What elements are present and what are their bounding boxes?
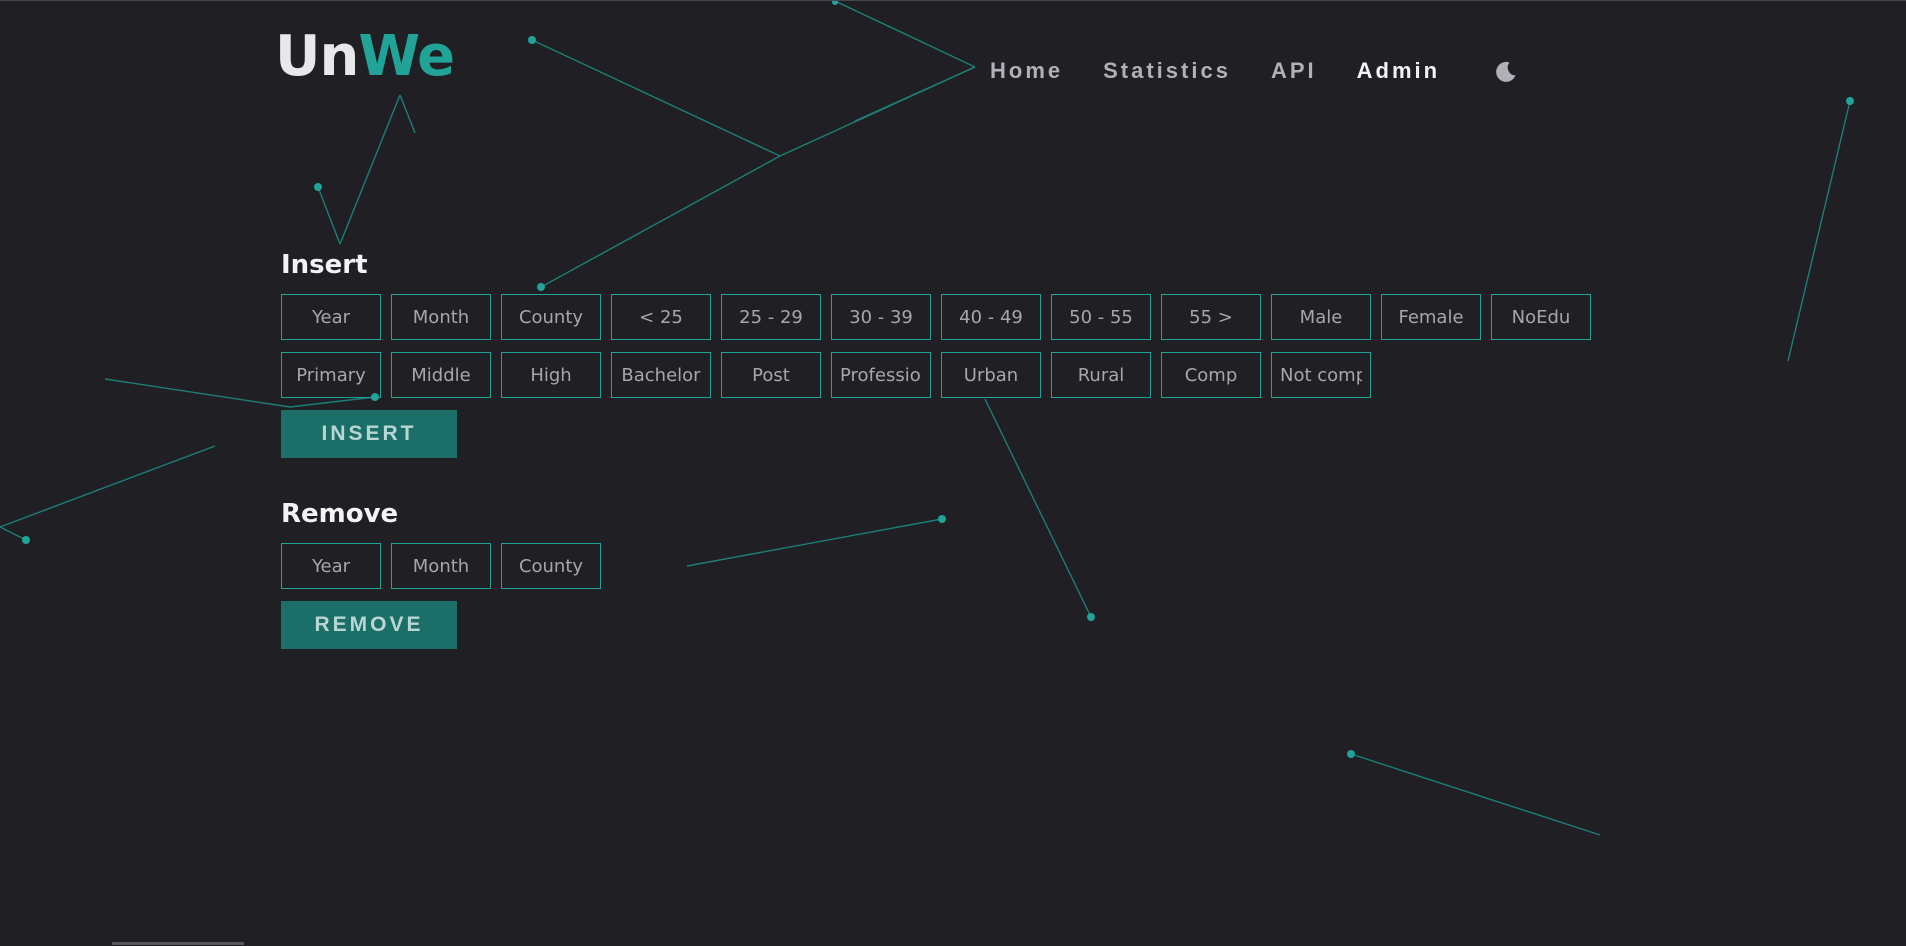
insert-field[interactable]	[941, 294, 1041, 340]
horizontal-scrollbar[interactable]	[112, 942, 244, 945]
insert-field[interactable]	[1161, 352, 1261, 398]
insert-title: Insert	[281, 250, 368, 280]
nav-home-link[interactable]: Home	[990, 57, 1063, 85]
particle-background	[0, 1, 1854, 836]
insert-button[interactable]: INSERT	[281, 410, 457, 458]
insert-field[interactable]	[831, 352, 931, 398]
insert-field[interactable]	[1271, 352, 1371, 398]
remove-field[interactable]	[391, 543, 491, 589]
insert-field[interactable]	[611, 352, 711, 398]
nav-statistics-link[interactable]: Statistics	[1103, 57, 1231, 85]
nav-api-link[interactable]: API	[1271, 57, 1317, 85]
insert-field[interactable]	[941, 352, 1041, 398]
page: UnWe Home Statistics API Admin Insert IN…	[0, 0, 1906, 946]
insert-field[interactable]	[391, 294, 491, 340]
insert-field[interactable]	[1491, 294, 1591, 340]
insert-field[interactable]	[721, 294, 821, 340]
logo-part-un: Un	[275, 24, 359, 89]
insert-field[interactable]	[501, 294, 601, 340]
insert-field[interactable]	[1051, 294, 1151, 340]
insert-field[interactable]	[721, 352, 821, 398]
remove-title: Remove	[281, 499, 399, 529]
insert-field[interactable]	[501, 352, 601, 398]
insert-fields	[281, 294, 1591, 398]
insert-field[interactable]	[281, 352, 381, 398]
remove-field[interactable]	[501, 543, 601, 589]
insert-field[interactable]	[831, 294, 931, 340]
insert-field[interactable]	[391, 352, 491, 398]
remove-field[interactable]	[281, 543, 381, 589]
remove-fields	[281, 543, 1591, 589]
insert-field[interactable]	[611, 294, 711, 340]
moon-icon[interactable]	[1494, 60, 1518, 84]
insert-field[interactable]	[1381, 294, 1481, 340]
insert-field[interactable]	[1271, 294, 1371, 340]
nav-admin-link[interactable]: Admin	[1357, 57, 1440, 85]
logo-part-we: We	[358, 24, 455, 89]
insert-field[interactable]	[281, 294, 381, 340]
logo[interactable]: UnWe	[275, 23, 455, 91]
insert-field[interactable]	[1051, 352, 1151, 398]
remove-button[interactable]: REMOVE	[281, 601, 457, 649]
insert-field[interactable]	[1161, 294, 1261, 340]
main-nav: Home Statistics API Admin	[990, 57, 1518, 85]
